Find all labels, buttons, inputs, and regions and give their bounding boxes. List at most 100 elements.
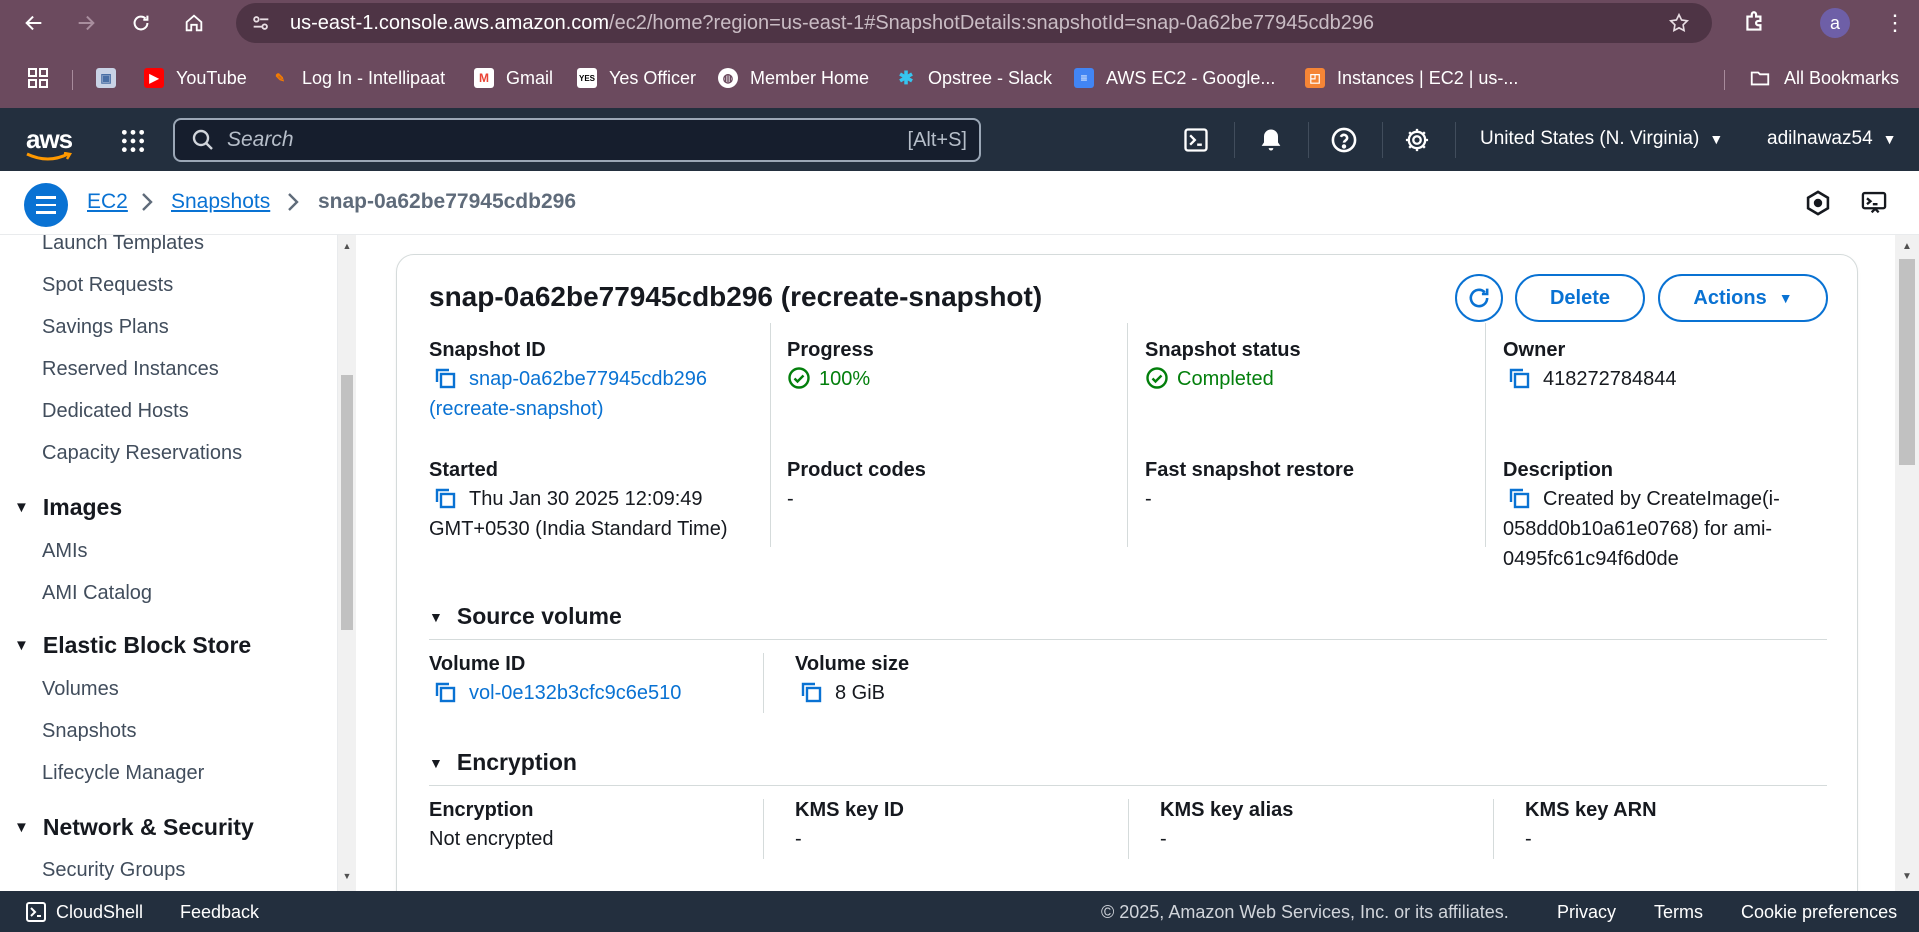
settings-gear-icon[interactable] (1403, 126, 1431, 154)
caret-down-icon: ▼ (14, 499, 29, 516)
cookie-preferences-link[interactable]: Cookie preferences (1741, 902, 1897, 923)
address-bar[interactable]: us-east-1.console.aws.amazon.com/ec2/hom… (236, 3, 1712, 43)
copy-icon[interactable] (433, 680, 457, 704)
refresh-button[interactable] (1455, 274, 1503, 322)
scroll-up-icon[interactable]: ▲ (341, 241, 353, 251)
scrollbar-thumb[interactable] (341, 375, 353, 630)
hamburger-icon (36, 194, 56, 217)
browser-menu-icon[interactable]: ⋮ (1880, 8, 1910, 38)
all-bookmarks[interactable]: All Bookmarks (1748, 66, 1899, 90)
help-icon[interactable] (1330, 126, 1358, 154)
delete-button[interactable]: Delete (1515, 274, 1645, 322)
hexagon-info-icon[interactable] (1804, 189, 1832, 217)
nav-dedicated-hosts[interactable]: Dedicated Hosts (42, 400, 189, 423)
encryption-section-toggle[interactable]: ▼ Encryption (429, 749, 577, 776)
feedback-link[interactable]: Feedback (180, 902, 259, 923)
search-input[interactable] (227, 128, 867, 152)
copy-icon[interactable] (1507, 486, 1531, 510)
bookmarks-bar: ▣ ▶ YouTube ✎ Log In - Intellipaat M Gmail … (0, 58, 1919, 98)
url-text[interactable]: us-east-1.console.aws.amazon.com/ec2/hom… (290, 12, 1374, 35)
snapshot-name-text[interactable]: (recreate-snapshot) (429, 398, 604, 420)
notifications-panel-icon[interactable] (1860, 189, 1888, 217)
source-volume-section-toggle[interactable]: ▼ Source volume (429, 603, 622, 630)
bookmark-slack[interactable]: ✱ Opstree - Slack (896, 66, 1052, 90)
nav-lifecycle-manager[interactable]: Lifecycle Manager (42, 762, 204, 785)
snapshot-id-text[interactable]: snap-0a62be77945cdb296 (469, 368, 707, 390)
bookmark-label: Member Home (750, 67, 870, 88)
terms-link[interactable]: Terms (1654, 902, 1703, 923)
copy-icon[interactable] (799, 680, 823, 704)
owner-text: 418272784844 (1543, 368, 1677, 390)
nav-capacity-reservations[interactable]: Capacity Reservations (42, 442, 242, 465)
check-circle-icon (788, 367, 810, 389)
page-title: snap-0a62be77945cdb296 (recreate-snapsho… (429, 281, 1043, 312)
nav-section-ebs[interactable]: ▼ Elastic Block Store (14, 632, 251, 659)
breadcrumb-ec2[interactable]: EC2 (87, 190, 128, 214)
column-divider (1493, 799, 1494, 859)
bookmark-ec2-instances[interactable]: ◰ Instances | EC2 | us-... (1305, 66, 1518, 90)
copy-icon[interactable] (1507, 366, 1531, 390)
header-divider (1455, 122, 1456, 158)
main-scrollbar[interactable]: ▲ ▼ (1895, 235, 1919, 891)
bookmark-yes-officer[interactable]: YES Yes Officer (577, 66, 696, 90)
nav-security-groups[interactable]: Security Groups (42, 859, 185, 882)
nav-savings-plans[interactable]: Savings Plans (42, 316, 169, 339)
scroll-up-icon[interactable]: ▲ (1899, 241, 1915, 252)
status-text: Completed (1177, 368, 1274, 390)
console-search[interactable]: [Alt+S] (173, 118, 981, 162)
snapshot-id-value[interactable]: snap-0a62be77945cdb296 (recreate-snapshot… (429, 364, 759, 424)
region-selector[interactable]: United States (N. Virginia) ▼ (1480, 128, 1723, 150)
copy-icon[interactable] (433, 486, 457, 510)
apps-grid-icon[interactable] (26, 66, 50, 90)
nav-spot-requests[interactable]: Spot Requests (42, 274, 173, 297)
scroll-down-icon[interactable]: ▼ (1899, 871, 1915, 882)
caret-down-icon: ▼ (14, 819, 29, 836)
owner-value: 418272784844 (1503, 364, 1676, 394)
bookmark-member-home[interactable]: ◍ Member Home (718, 66, 869, 90)
column-divider (1127, 323, 1128, 547)
aws-logo[interactable]: aws (26, 124, 73, 155)
privacy-link[interactable]: Privacy (1557, 902, 1616, 923)
nav-launch-templates[interactable]: Launch Templates (42, 235, 204, 255)
bookmark-youtube[interactable]: ▶ YouTube (144, 66, 247, 90)
volume-id-value[interactable]: vol-0e132b3cfc9c6e510 (429, 678, 681, 708)
nav-reserved-instances[interactable]: Reserved Instances (42, 358, 219, 381)
forward-icon[interactable] (66, 3, 106, 43)
sidebar-scrollbar[interactable]: ▲ ▼ (338, 235, 356, 891)
volume-id-link[interactable]: vol-0e132b3cfc9c6e510 (469, 682, 681, 704)
scrollbar-thumb[interactable] (1899, 259, 1915, 465)
breadcrumb-snapshots[interactable]: Snapshots (171, 190, 270, 214)
actions-button[interactable]: Actions ▼ (1658, 274, 1828, 322)
owner-label: Owner (1503, 339, 1566, 361)
back-icon[interactable] (14, 3, 54, 43)
home-icon[interactable] (174, 3, 214, 43)
bookmark-star-icon[interactable] (1668, 12, 1690, 34)
started-date-text: Thu Jan 30 2025 12:09:49 (469, 488, 703, 510)
bookmark-label: Yes Officer (609, 67, 697, 88)
nav-amis[interactable]: AMIs (42, 540, 88, 563)
encryption-value: Not encrypted (429, 828, 554, 850)
bookmark-gmail[interactable]: M Gmail (474, 66, 553, 90)
nav-section-images[interactable]: ▼ Images (14, 494, 122, 521)
bookmark-aws-ec2-doc[interactable]: ≡ AWS EC2 - Google... (1074, 66, 1275, 90)
nav-volumes[interactable]: Volumes (42, 678, 119, 701)
bookmark-divider (1724, 70, 1725, 90)
nav-snapshots[interactable]: Snapshots (42, 720, 137, 743)
cloudshell-link[interactable]: CloudShell (56, 902, 143, 923)
nav-section-network-security[interactable]: ▼ Network & Security (14, 814, 254, 841)
reload-icon[interactable] (121, 3, 161, 43)
profile-avatar[interactable]: a (1820, 8, 1850, 38)
extensions-icon[interactable] (1742, 9, 1768, 35)
cloudshell-icon[interactable] (1182, 126, 1210, 154)
nav-ami-catalog[interactable]: AMI Catalog (42, 582, 152, 605)
services-menu-icon[interactable] (120, 128, 146, 154)
bookmark-intellipaat[interactable]: ✎ Log In - Intellipaat (270, 66, 445, 90)
side-nav-toggle[interactable] (24, 183, 68, 227)
scroll-down-icon[interactable]: ▼ (341, 871, 353, 881)
site-settings-icon[interactable] (250, 12, 272, 34)
account-menu[interactable]: adilnawaz54 ▼ (1767, 128, 1897, 150)
bell-icon[interactable] (1257, 126, 1285, 154)
kms-key-arn-label: KMS key ARN (1525, 799, 1657, 821)
bookmark-blank[interactable]: ▣ (96, 66, 128, 90)
copy-icon[interactable] (433, 366, 457, 390)
